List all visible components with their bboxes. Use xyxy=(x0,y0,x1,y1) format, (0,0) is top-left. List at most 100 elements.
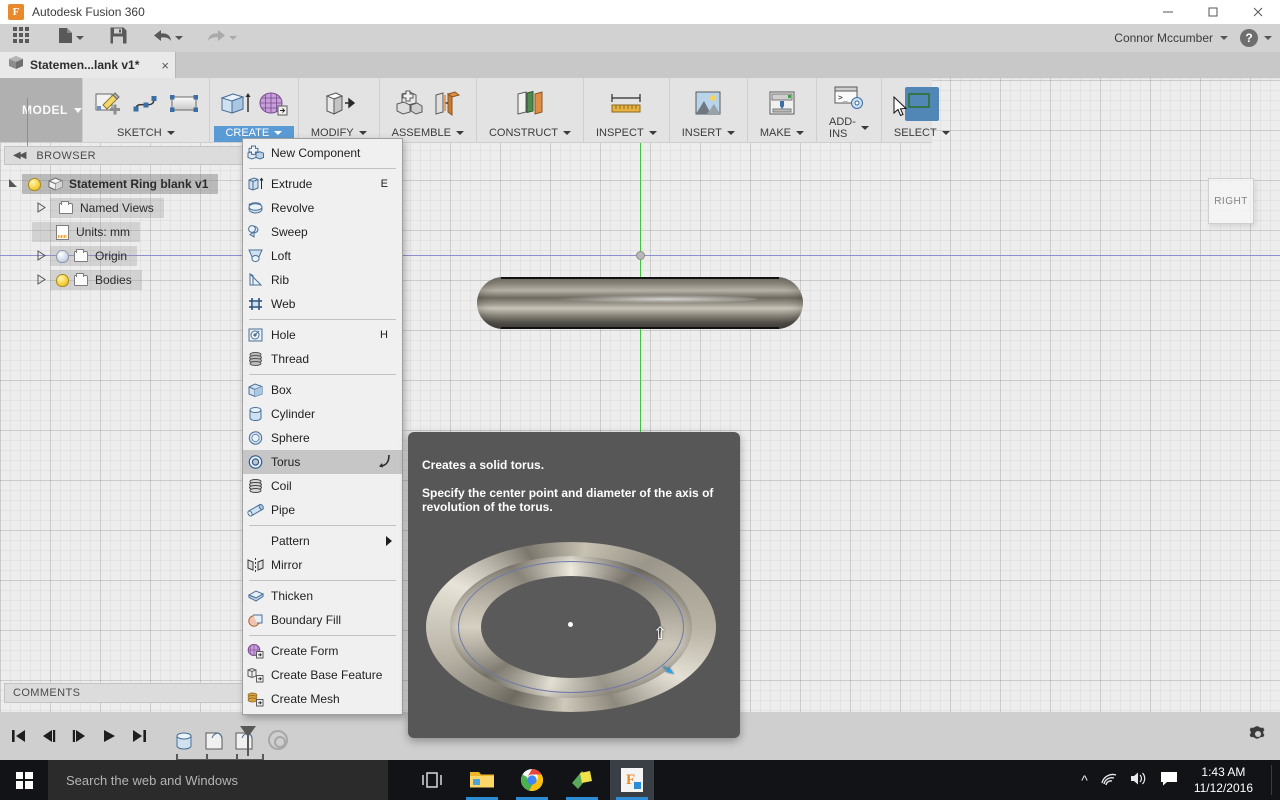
menu-item-web[interactable]: Web xyxy=(243,292,402,316)
menu-item-boundary-fill[interactable]: Boundary Fill xyxy=(243,608,402,632)
select-window-icon[interactable] xyxy=(904,86,939,121)
go-to-end-button[interactable] xyxy=(128,725,150,747)
expander-collapsed-icon[interactable] xyxy=(32,201,50,215)
tooltip-body: Specify the center point and diameter of… xyxy=(422,486,714,515)
go-to-beginning-button[interactable] xyxy=(8,725,30,747)
measure-icon[interactable] xyxy=(609,87,643,121)
windows-start-icon[interactable] xyxy=(0,760,48,800)
menu-item-box[interactable]: Box xyxy=(243,378,402,402)
browser-node-bodies[interactable]: Bodies xyxy=(4,268,248,292)
expander-collapsed-icon[interactable] xyxy=(32,249,50,263)
new-component-icon[interactable] xyxy=(392,87,426,121)
ribbon-group-label-sketch[interactable]: SKETCH xyxy=(87,126,205,142)
ribbon-group-label-inspect[interactable]: INSPECT xyxy=(588,126,665,142)
sticky-notes-icon[interactable] xyxy=(560,760,604,800)
view-cube[interactable]: RIGHT xyxy=(1208,178,1254,224)
maximize-button[interactable] xyxy=(1190,0,1235,24)
workspace-switcher[interactable]: MODEL xyxy=(0,78,82,150)
menu-item-label: Coil xyxy=(271,479,292,493)
ribbon-group-label-addins[interactable]: ADD-INS xyxy=(821,115,877,143)
browser-node-origin[interactable]: Origin xyxy=(4,244,248,268)
menu-item-thicken[interactable]: Thicken xyxy=(243,584,402,608)
menu-item-pattern[interactable]: Pattern xyxy=(243,529,402,553)
ribbon-group-label-make[interactable]: MAKE xyxy=(752,126,812,142)
taskbar-clock[interactable]: 1:43 AM 11/12/2016 xyxy=(1190,764,1253,796)
menu-item-sweep[interactable]: Sweep xyxy=(243,220,402,244)
chevron-down-icon[interactable] xyxy=(1220,36,1228,40)
menu-item-create-base-feature[interactable]: Create Base Feature xyxy=(243,663,402,687)
visibility-bulb-icon[interactable] xyxy=(28,177,41,191)
visibility-bulb-icon[interactable] xyxy=(56,249,69,263)
timeline-end-marker-icon[interactable] xyxy=(268,730,288,750)
close-icon[interactable]: × xyxy=(161,59,169,72)
menu-item-cylinder[interactable]: Cylinder xyxy=(243,402,402,426)
visibility-bulb-icon[interactable] xyxy=(56,273,69,287)
origin-point[interactable] xyxy=(636,251,645,260)
document-tab[interactable]: Statemen...lank v1* × xyxy=(0,52,176,78)
step-back-button[interactable] xyxy=(38,725,60,747)
browser-node-units[interactable]: Units: mm xyxy=(4,220,248,244)
ribbon-group-label-insert[interactable]: INSERT xyxy=(674,126,743,142)
press-pull-icon[interactable] xyxy=(322,87,356,121)
browser-node-named-views[interactable]: Named Views xyxy=(4,196,248,220)
menu-item-thread[interactable]: Thread xyxy=(243,347,402,371)
minimize-button[interactable] xyxy=(1145,0,1190,24)
step-forward-button[interactable] xyxy=(68,725,90,747)
show-desktop-button[interactable] xyxy=(1271,765,1272,795)
menu-item-hole[interactable]: Hole H xyxy=(243,323,402,347)
spline-icon[interactable] xyxy=(129,87,163,121)
google-chrome-icon[interactable] xyxy=(510,760,554,800)
insert-image-icon[interactable] xyxy=(691,87,725,121)
joint-icon[interactable] xyxy=(430,87,464,121)
menu-item-extrude[interactable]: Extrude E xyxy=(243,172,402,196)
speaker-icon[interactable] xyxy=(1130,771,1148,789)
extrude-icon[interactable] xyxy=(218,87,252,121)
fusion-360-icon[interactable]: F xyxy=(610,760,654,800)
menu-item-mirror[interactable]: Mirror xyxy=(243,553,402,577)
task-view-icon[interactable] xyxy=(410,760,454,800)
chevron-down-icon xyxy=(455,131,464,135)
menu-item-create-form[interactable]: Create Form xyxy=(243,639,402,663)
help-icon[interactable]: ? xyxy=(1240,29,1258,47)
browser-tree: Statement Ring blank v1 Named Views Unit… xyxy=(4,165,248,292)
ribbon-group-label-select[interactable]: SELECT xyxy=(886,126,958,142)
menu-item-create-mesh[interactable]: Create Mesh xyxy=(243,687,402,711)
offset-plane-icon[interactable] xyxy=(513,87,547,121)
menu-item-torus[interactable]: Torus xyxy=(243,450,402,474)
ribbon-grip[interactable] xyxy=(27,98,34,150)
menu-item-loft[interactable]: Loft xyxy=(243,244,402,268)
rectangle-icon[interactable] xyxy=(167,87,201,121)
play-button[interactable] xyxy=(98,725,120,747)
menu-item-coil[interactable]: Coil xyxy=(243,474,402,498)
menu-item-revolve[interactable]: Revolve xyxy=(243,196,402,220)
scripts-addins-icon[interactable]: >_ xyxy=(832,81,866,115)
double-left-chevron-icon[interactable]: ◀◀ xyxy=(13,150,26,161)
chevron-up-icon[interactable]: ^ xyxy=(1081,772,1088,788)
create-sketch-icon[interactable] xyxy=(91,87,125,121)
search-input[interactable]: Search the web and Windows xyxy=(48,760,388,800)
close-button[interactable] xyxy=(1235,0,1280,24)
save-button[interactable] xyxy=(105,24,132,52)
browser-node-root[interactable]: Statement Ring blank v1 xyxy=(4,172,248,196)
file-menu-button[interactable] xyxy=(53,24,89,52)
timeline-feature-cylinder[interactable] xyxy=(172,730,196,752)
chevron-down-icon[interactable] xyxy=(1264,36,1272,40)
ribbon-group-label-construct[interactable]: CONSTRUCT xyxy=(481,126,579,142)
notifications-icon[interactable] xyxy=(1160,771,1178,789)
expander-expanded-icon[interactable] xyxy=(4,178,22,191)
redo-button[interactable] xyxy=(202,24,242,52)
wifi-icon[interactable] xyxy=(1100,772,1118,789)
file-explorer-icon[interactable] xyxy=(460,760,504,800)
menu-item-pipe[interactable]: Pipe xyxy=(243,498,402,522)
menu-item-sphere[interactable]: Sphere xyxy=(243,426,402,450)
expander-collapsed-icon[interactable] xyxy=(32,273,50,287)
undo-button[interactable] xyxy=(148,24,188,52)
timeline-feature-fillet-1[interactable] xyxy=(202,730,226,752)
ring-body-model[interactable] xyxy=(477,277,803,329)
show-data-panel-button[interactable] xyxy=(8,24,35,52)
menu-item-rib[interactable]: Rib xyxy=(243,268,402,292)
3d-print-icon[interactable] xyxy=(765,87,799,121)
timeline-settings-gear-icon[interactable] xyxy=(1248,724,1268,749)
menu-item-new-component[interactable]: New Component xyxy=(243,141,402,165)
create-form-icon[interactable] xyxy=(256,87,290,121)
